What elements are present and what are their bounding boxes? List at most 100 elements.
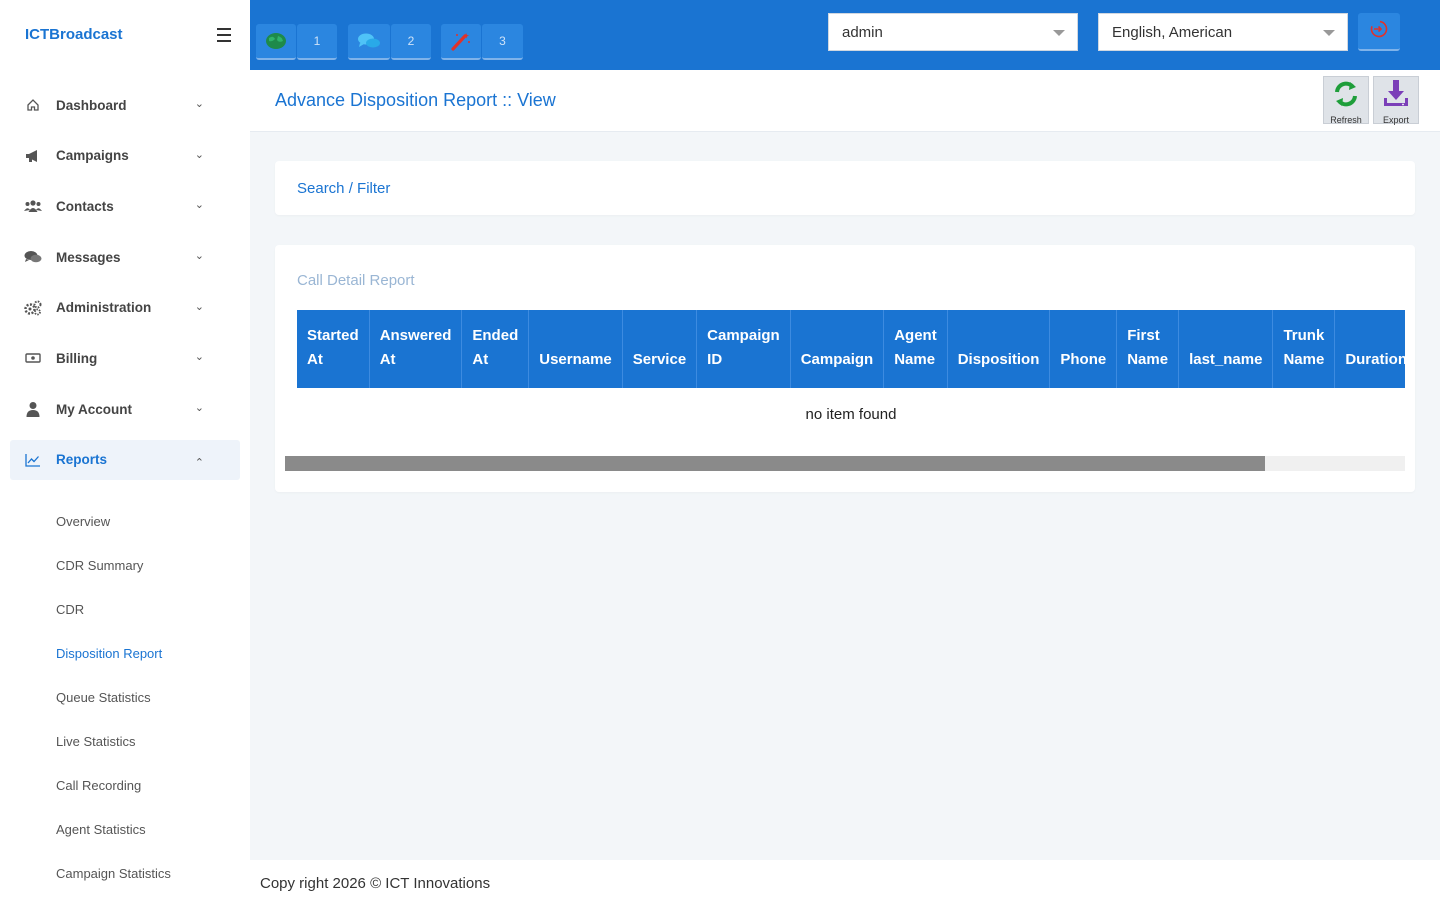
column-header-line2: At — [379, 351, 396, 368]
column-header[interactable]: Campaign — [790, 310, 885, 388]
sidebar-item-my-account[interactable]: My Account ⌄ — [10, 389, 240, 429]
logout-icon — [1369, 19, 1389, 44]
chevron-up-icon: ⌃ — [194, 456, 204, 469]
column-header[interactable]: Phone — [1049, 310, 1118, 388]
language-select-value: English, American — [1112, 23, 1233, 41]
column-header[interactable]: Campaign ID — [696, 310, 791, 388]
brand-logo[interactable]: ICTBroadcast — [25, 26, 123, 43]
sidebar-item-label: My Account — [56, 401, 133, 417]
report-table-wrapper[interactable]: Started At Answered At Ended At Username Serv… — [297, 310, 1405, 441]
sidebar-item-reports[interactable]: Reports ⌃ — [10, 439, 240, 480]
filter-card: Search / Filter — [275, 161, 1415, 215]
column-header[interactable]: Started At — [297, 310, 370, 388]
money-icon — [24, 349, 42, 367]
sidebar-item-administration[interactable]: Administration ⌄ — [10, 288, 240, 328]
search-filter-toggle[interactable]: Search / Filter — [297, 180, 390, 197]
comments-icon[interactable] — [348, 24, 390, 60]
column-header-line1: Started — [307, 327, 359, 344]
page-title: Advance Disposition Report :: View — [275, 90, 556, 110]
column-header[interactable]: Service — [622, 310, 698, 388]
column-header[interactable]: Answered At — [369, 310, 463, 388]
caret-down-icon — [1053, 30, 1065, 36]
refresh-icon — [1331, 79, 1361, 114]
home-icon — [24, 96, 42, 114]
submenu-item-cdr[interactable]: CDR — [56, 588, 171, 632]
sidebar-item-campaigns[interactable]: Campaigns ⌄ — [10, 136, 240, 176]
chevron-down-icon: ⌄ — [194, 250, 204, 263]
sidebar-item-label: Contacts — [56, 198, 114, 214]
column-header[interactable]: Username — [528, 310, 623, 388]
column-header[interactable]: Duration — [1334, 310, 1405, 388]
column-header-line1 — [958, 324, 1040, 348]
copyright-text: Copy right 2026 © ICT Innovations — [260, 875, 491, 892]
sidebar: ICTBroadcast Dashboard ⌄ Campaigns ⌄ Con… — [0, 0, 250, 900]
column-header[interactable]: Disposition — [947, 310, 1051, 388]
top-bar: 1 2 3 admin English, American — [250, 0, 1440, 70]
column-header-line1 — [1060, 324, 1106, 348]
logout-button[interactable] — [1358, 13, 1400, 51]
submenu-item-call-recording[interactable]: Call Recording — [56, 763, 171, 807]
column-header-line1: Trunk — [1283, 327, 1325, 344]
column-header-line1: Ended — [472, 327, 519, 344]
page-header: Advance Disposition Report :: View Refre… — [250, 70, 1440, 132]
user-select-value: admin — [842, 23, 883, 41]
submenu-item-live-statistics[interactable]: Live Statistics — [56, 719, 171, 763]
sidebar-item-billing[interactable]: Billing ⌄ — [10, 338, 240, 378]
user-select[interactable]: admin — [828, 13, 1078, 51]
column-header-line1: Answered — [379, 327, 452, 344]
column-header-line1 — [539, 324, 612, 348]
chevron-down-icon: ⌄ — [194, 98, 204, 110]
sidebar-item-messages[interactable]: Messages ⌄ — [10, 237, 240, 277]
column-header-line2: Duration — [1345, 351, 1405, 368]
user-icon — [24, 400, 42, 418]
column-header-line2: Disposition — [957, 351, 1040, 368]
notification-badge-globe[interactable]: 1 — [256, 24, 338, 62]
chevron-down-icon: ⌄ — [194, 148, 204, 161]
chevron-down-icon: ⌄ — [194, 199, 204, 212]
menu-toggle-icon[interactable] — [214, 24, 234, 46]
megaphone-icon — [24, 147, 42, 165]
column-header[interactable]: Ended At — [461, 310, 530, 388]
submenu-item-agent-statistics[interactable]: Agent Statistics — [56, 807, 171, 851]
magic-wand-icon[interactable] — [441, 24, 481, 60]
sidebar-item-label: Administration — [56, 300, 152, 316]
horizontal-scrollbar[interactable] — [285, 456, 1405, 471]
notification-badge-wand[interactable]: 3 — [441, 24, 524, 62]
sidebar-item-label: Billing — [56, 350, 98, 366]
badge-count: 2 — [391, 24, 431, 60]
scrollbar-thumb[interactable] — [285, 456, 1265, 471]
column-header[interactable]: Agent Name — [883, 310, 948, 388]
sidebar-item-contacts[interactable]: Contacts ⌄ — [10, 186, 240, 226]
export-button[interactable]: Export — [1373, 76, 1419, 125]
sidebar-item-dashboard[interactable]: Dashboard ⌄ — [10, 85, 240, 125]
column-header[interactable]: First Name — [1116, 310, 1180, 388]
column-header-line2: At — [307, 351, 323, 368]
report-table: Started At Answered At Ended At Username Serv… — [297, 310, 1405, 388]
table-header-row: Started At Answered At Ended At Username Serv… — [297, 310, 1405, 388]
column-header-line1: Agent — [894, 327, 937, 344]
column-header-line2: ID — [707, 351, 723, 368]
users-icon — [24, 197, 42, 215]
reports-submenu: Overview CDR Summary CDR Disposition Rep… — [56, 500, 171, 895]
footer: Copy right 2026 © ICT Innovations — [250, 860, 1440, 900]
notification-badge-messages[interactable]: 2 — [348, 24, 432, 62]
submenu-item-campaign-statistics[interactable]: Campaign Statistics — [56, 851, 171, 895]
globe-icon[interactable] — [256, 24, 296, 60]
submenu-item-queue-statistics[interactable]: Queue Statistics — [56, 676, 171, 720]
gears-icon — [24, 299, 42, 317]
submenu-item-cdr-summary[interactable]: CDR Summary — [56, 544, 171, 588]
refresh-button[interactable]: Refresh — [1323, 76, 1369, 125]
submenu-item-overview[interactable]: Overview — [56, 500, 171, 544]
sidebar-item-label: Reports — [56, 452, 108, 468]
column-header[interactable]: last_name — [1178, 310, 1274, 388]
column-header-line1 — [633, 324, 686, 348]
column-header-line1 — [1189, 324, 1262, 348]
language-select[interactable]: English, American — [1098, 13, 1348, 51]
report-title: Call Detail Report — [297, 272, 415, 289]
column-header-line2: Username — [539, 351, 612, 368]
submenu-item-disposition-report[interactable]: Disposition Report — [56, 632, 171, 676]
column-header[interactable]: Trunk Name — [1272, 310, 1336, 388]
export-label: Export — [1382, 115, 1409, 125]
column-header-line1: First — [1127, 327, 1160, 344]
column-header-line1 — [1345, 324, 1405, 348]
